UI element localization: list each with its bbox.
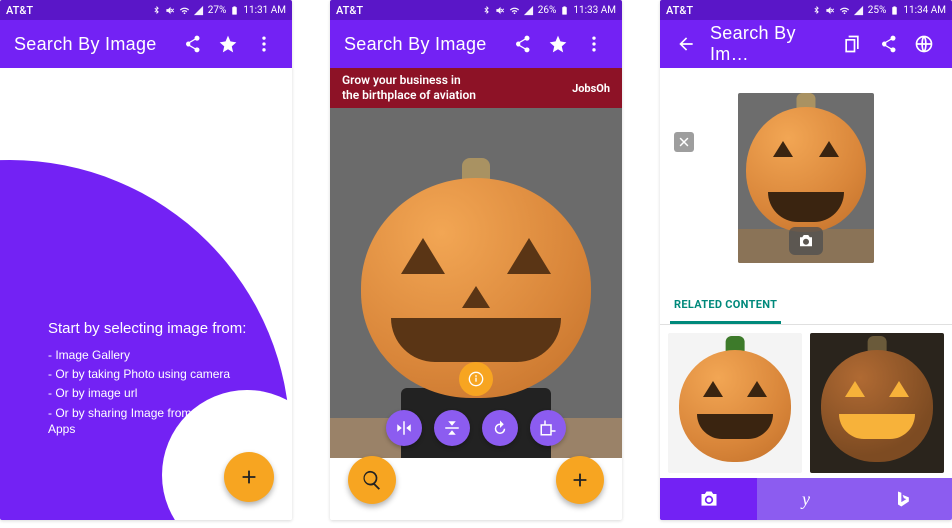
- arrow-back-icon: [676, 34, 696, 54]
- rotate-button[interactable]: [482, 410, 518, 446]
- mute-icon: [495, 5, 506, 16]
- fab-row: [330, 460, 622, 520]
- ad-banner[interactable]: Grow your business in the birthplace of …: [330, 68, 622, 108]
- plus-icon: [238, 466, 260, 488]
- result-item[interactable]: [668, 333, 802, 473]
- image-preview: [330, 108, 622, 458]
- info-icon: [468, 371, 484, 387]
- battery-icon: [560, 4, 569, 17]
- overflow-icon[interactable]: [246, 26, 282, 62]
- overflow-icon[interactable]: [576, 26, 612, 62]
- battery-pct: 27%: [208, 5, 227, 16]
- nav-yahoo[interactable]: y: [757, 478, 854, 520]
- lens-icon: [797, 232, 815, 250]
- share-icon[interactable]: [504, 26, 540, 62]
- plus-icon: [569, 469, 591, 491]
- clock: 11:33 AM: [573, 5, 616, 16]
- bing-icon: [893, 489, 913, 509]
- battery-icon: [890, 4, 899, 17]
- bottom-nav: y: [660, 478, 952, 520]
- result-item[interactable]: [810, 333, 944, 473]
- carrier-label: AT&T: [336, 4, 363, 17]
- flip-horizontal-button[interactable]: [386, 410, 422, 446]
- battery-pct: 25%: [868, 5, 887, 16]
- bluetooth-icon: [151, 5, 162, 16]
- copy-icon: [842, 34, 862, 54]
- query-image-area: [660, 68, 952, 288]
- ad-text: Grow your business in the birthplace of …: [342, 73, 476, 103]
- share-icon[interactable]: [870, 26, 906, 62]
- app-title: Search By Image: [14, 34, 174, 55]
- add-fab[interactable]: [556, 456, 604, 504]
- close-button[interactable]: [674, 132, 694, 152]
- app-title: Search By Image: [344, 34, 504, 55]
- bluetooth-icon: [811, 5, 822, 16]
- intro-heading: Start by selecting image from:: [48, 320, 272, 337]
- app-bar: Search By Image: [0, 20, 292, 68]
- crop-button[interactable]: [530, 410, 566, 446]
- screenshot-editor: AT&T 26% 11:33 AM Search By Image Grow y…: [330, 0, 622, 520]
- tabs: RELATED CONTENT: [660, 288, 952, 325]
- lens-button[interactable]: [789, 227, 823, 255]
- results-grid: [660, 325, 952, 473]
- clock: 11:34 AM: [903, 5, 946, 16]
- ad-brand: JobsOh: [572, 82, 610, 95]
- clock: 11:31 AM: [243, 5, 286, 16]
- share-icon[interactable]: [174, 26, 210, 62]
- tab-related-content[interactable]: RELATED CONTENT: [670, 288, 781, 324]
- add-fab[interactable]: [224, 452, 274, 502]
- globe-button[interactable]: [906, 26, 942, 62]
- status-right: 25% 11:34 AM: [811, 4, 946, 17]
- battery-pct: 26%: [538, 5, 557, 16]
- signal-icon: [193, 5, 204, 16]
- intro-line: - Image Gallery: [48, 347, 272, 363]
- copy-button[interactable]: [834, 26, 870, 62]
- app-bar: Search By Image: [330, 20, 622, 68]
- carrier-label: AT&T: [6, 4, 33, 17]
- status-bar: AT&T 27% 11:31 AM: [0, 0, 292, 20]
- tool-row: [386, 410, 566, 446]
- carrier-label: AT&T: [666, 4, 693, 17]
- intro-line: - Or by taking Photo using camera: [48, 366, 272, 382]
- globe-icon: [914, 34, 934, 54]
- battery-icon: [230, 4, 239, 17]
- screenshot-home: AT&T 27% 11:31 AM Search By Image Start …: [0, 0, 292, 520]
- flip-h-icon: [395, 419, 413, 437]
- star-icon[interactable]: [540, 26, 576, 62]
- info-button[interactable]: [459, 362, 493, 396]
- app-bar: Search By Im…: [660, 20, 952, 68]
- signal-icon: [523, 5, 534, 16]
- signal-icon: [853, 5, 864, 16]
- back-button[interactable]: [668, 26, 704, 62]
- search-fab[interactable]: [348, 456, 396, 504]
- bluetooth-icon: [481, 5, 492, 16]
- status-right: 26% 11:33 AM: [481, 4, 616, 17]
- wifi-icon: [839, 5, 850, 16]
- mute-icon: [165, 5, 176, 16]
- app-title: Search By Im…: [710, 23, 834, 65]
- rotate-icon: [491, 419, 509, 437]
- wifi-icon: [179, 5, 190, 16]
- nav-bing[interactable]: [855, 478, 952, 520]
- wifi-icon: [509, 5, 520, 16]
- close-icon: [678, 136, 690, 148]
- flip-v-icon: [443, 419, 461, 437]
- query-thumbnail[interactable]: [738, 93, 874, 263]
- status-bar: AT&T 25% 11:34 AM: [660, 0, 952, 20]
- crop-icon: [539, 419, 557, 437]
- search-icon: [361, 469, 383, 491]
- flip-vertical-button[interactable]: [434, 410, 470, 446]
- mute-icon: [825, 5, 836, 16]
- lens-icon: [699, 489, 719, 509]
- star-icon[interactable]: [210, 26, 246, 62]
- yahoo-icon: y: [802, 489, 810, 510]
- status-right: 27% 11:31 AM: [151, 4, 286, 17]
- screenshot-results: AT&T 25% 11:34 AM Search By Im…: [660, 0, 952, 520]
- status-bar: AT&T 26% 11:33 AM: [330, 0, 622, 20]
- nav-lens[interactable]: [660, 478, 757, 520]
